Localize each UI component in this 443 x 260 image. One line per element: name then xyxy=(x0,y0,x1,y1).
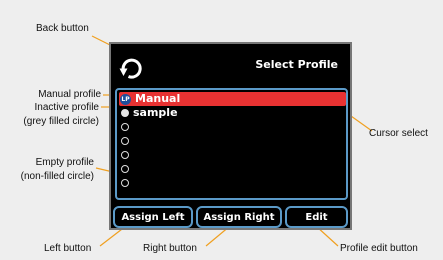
assign-right-button[interactable]: Assign Right xyxy=(196,206,282,228)
profile-row-empty[interactable] xyxy=(119,120,346,134)
callout-back-button: Back button xyxy=(36,23,89,34)
rotate-back-arrow-icon xyxy=(119,58,142,79)
callout-right-button: Right button xyxy=(143,243,197,254)
empty-circle-icon xyxy=(121,179,129,187)
empty-circle-icon xyxy=(121,165,129,173)
callout-cursor-select: Cursor select xyxy=(369,128,428,139)
callout-empty-profile-sub: (non-filled circle) xyxy=(20,171,94,182)
profile-label: Manual xyxy=(135,92,181,105)
empty-circle-icon xyxy=(121,151,129,159)
edit-button[interactable]: Edit xyxy=(285,206,348,228)
callout-empty-profile: Empty profile xyxy=(35,157,94,168)
grey-filled-circle-icon xyxy=(121,109,129,117)
callout-inactive-profile: Inactive profile xyxy=(34,102,99,113)
profile-row-sample[interactable]: sample xyxy=(119,106,346,120)
annotated-diagram: Back button Manual profile Inactive prof… xyxy=(0,0,443,260)
profile-list: LP Manual sample xyxy=(115,88,348,200)
profile-row-manual[interactable]: LP Manual xyxy=(119,92,346,106)
profile-row-empty[interactable] xyxy=(119,176,346,190)
profile-row-empty[interactable] xyxy=(119,162,346,176)
profile-row-empty[interactable] xyxy=(119,148,346,162)
manual-profile-icon: LP xyxy=(120,93,131,105)
callout-left-button: Left button xyxy=(44,243,92,254)
device-screen: Select Profile LP Manual sample Assign L… xyxy=(109,42,352,230)
callout-profile-edit-button: Profile edit button xyxy=(340,243,418,254)
empty-circle-icon xyxy=(121,123,129,131)
profile-row-empty[interactable] xyxy=(119,134,346,148)
assign-left-button[interactable]: Assign Left xyxy=(113,206,193,228)
callout-inactive-profile-sub: (grey filled circle) xyxy=(23,116,99,127)
back-button[interactable] xyxy=(117,54,145,82)
profile-label: sample xyxy=(133,106,178,119)
empty-circle-icon xyxy=(121,137,129,145)
screen-title: Select Profile xyxy=(255,58,338,71)
callout-manual-profile: Manual profile xyxy=(38,89,101,100)
